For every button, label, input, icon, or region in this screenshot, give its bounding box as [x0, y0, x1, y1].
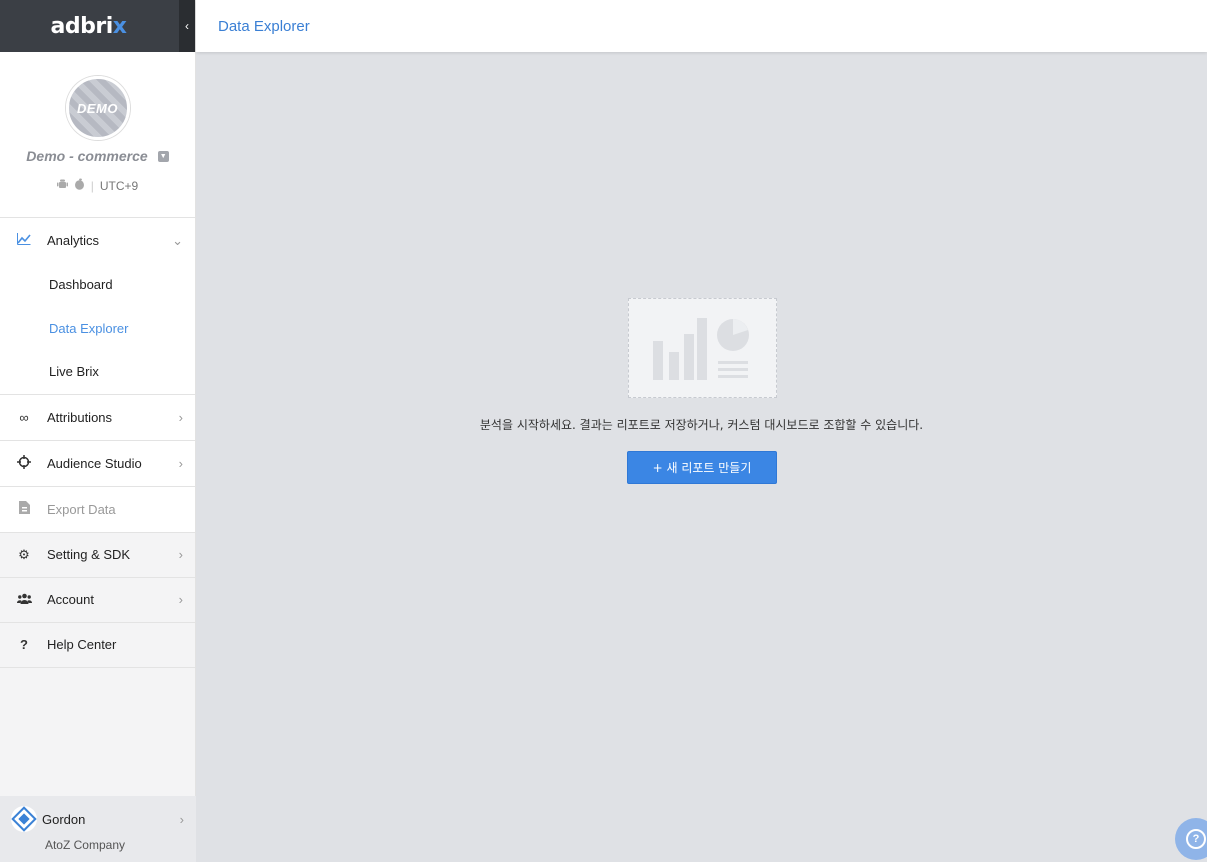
sidebar: adbrix ‹ DEMO Demo - commerce ▼ | UTC+9 — [0, 0, 196, 862]
chevron-down-icon: ⌄ — [172, 232, 183, 248]
chart-line-icon — [16, 233, 32, 248]
page-title: Data Explorer — [218, 17, 310, 35]
project-selector[interactable]: Demo - commerce ▼ — [26, 148, 169, 164]
project-avatar: DEMO — [65, 76, 130, 140]
gear-icon: ⚙ — [18, 546, 30, 562]
collapse-sidebar-button[interactable]: ‹ — [179, 0, 195, 52]
apple-icon — [74, 178, 85, 193]
company-name: AtoZ Company — [44, 838, 126, 852]
question-icon: ? — [1186, 829, 1206, 849]
empty-state-message: 분석을 시작하세요. 결과는 리포트로 저장하거나, 커스텀 대시보드로 조합할… — [479, 418, 924, 432]
nav-label: Account — [47, 592, 94, 607]
infinity-icon: ∞ — [19, 409, 29, 425]
nav-item-account[interactable]: Account › — [0, 578, 195, 623]
nav-item-audience-studio[interactable]: Audience Studio › — [0, 441, 195, 486]
timezone-label: UTC+9 — [99, 178, 139, 193]
nav-item-attributions[interactable]: ∞ Attributions › — [0, 395, 195, 440]
divider: | — [90, 178, 94, 193]
nav-label: Setting & SDK — [47, 547, 131, 562]
new-report-button[interactable]: + 새 리포트 만들기 — [627, 451, 777, 484]
nav-label: Analytics — [47, 233, 100, 248]
nav-label: Audience Studio — [47, 455, 142, 471]
nav-item-setting-sdk[interactable]: ⚙ Setting & SDK › — [0, 533, 195, 578]
nav-sub-dashboard[interactable]: Dashboard — [0, 263, 195, 307]
chevron-right-icon: › — [178, 455, 183, 471]
platform-row: | UTC+9 — [56, 178, 139, 193]
nav-sub-live-brix[interactable]: Live Brix — [0, 350, 195, 394]
chevron-right-icon: › — [179, 811, 184, 827]
dropdown-icon[interactable]: ▼ — [157, 150, 169, 162]
report-placeholder-icon — [628, 298, 777, 398]
analytics-group: Analytics ⌄ Dashboard Data Explorer Live… — [0, 218, 195, 395]
user-row[interactable]: Gordon › — [0, 806, 196, 832]
question-icon: ? — [20, 637, 28, 652]
nav-label: Attributions — [47, 409, 113, 425]
empty-state: 분석을 시작하세요. 결과는 리포트로 저장하거나, 커스텀 대시보드로 조합할… — [196, 52, 1207, 862]
nav-item-help-center[interactable]: ? Help Center — [0, 623, 195, 668]
chevron-right-icon: › — [178, 547, 183, 562]
crosshair-icon — [16, 454, 32, 472]
users-icon — [16, 592, 32, 607]
nav-label: Help Center — [47, 637, 117, 652]
nav-label: Export Data — [47, 501, 116, 517]
chevron-right-icon: › — [178, 409, 183, 425]
file-export-icon — [16, 501, 32, 517]
project-name: Demo - commerce — [26, 148, 148, 164]
logo-bar: adbrix ‹ — [0, 0, 195, 52]
adbrix-logo[interactable]: adbrix — [51, 14, 127, 39]
chevron-right-icon: › — [178, 592, 183, 607]
nav-group-export: Export Data — [0, 487, 195, 533]
secondary-nav: ⚙ Setting & SDK › Account › ? Help Cente… — [0, 532, 195, 668]
nav-group-attributions: ∞ Attributions › — [0, 395, 195, 441]
nav-item-analytics[interactable]: Analytics ⌄ — [0, 218, 195, 263]
main-nav: Analytics ⌄ Dashboard Data Explorer Live… — [0, 218, 195, 533]
project-profile: DEMO Demo - commerce ▼ | UTC+9 — [0, 52, 195, 218]
nav-group-audience: Audience Studio › — [0, 441, 195, 487]
chevron-left-icon: ‹ — [185, 19, 189, 33]
android-icon — [56, 179, 68, 193]
user-name: Gordon — [42, 811, 86, 827]
page-header: Data Explorer — [196, 0, 1207, 52]
nav-item-export-data[interactable]: Export Data — [0, 487, 195, 532]
nav-sub-data-explorer[interactable]: Data Explorer — [0, 307, 195, 351]
company-logo-icon — [11, 806, 37, 832]
user-account-box[interactable]: Gordon › AtoZ Company — [0, 796, 196, 862]
